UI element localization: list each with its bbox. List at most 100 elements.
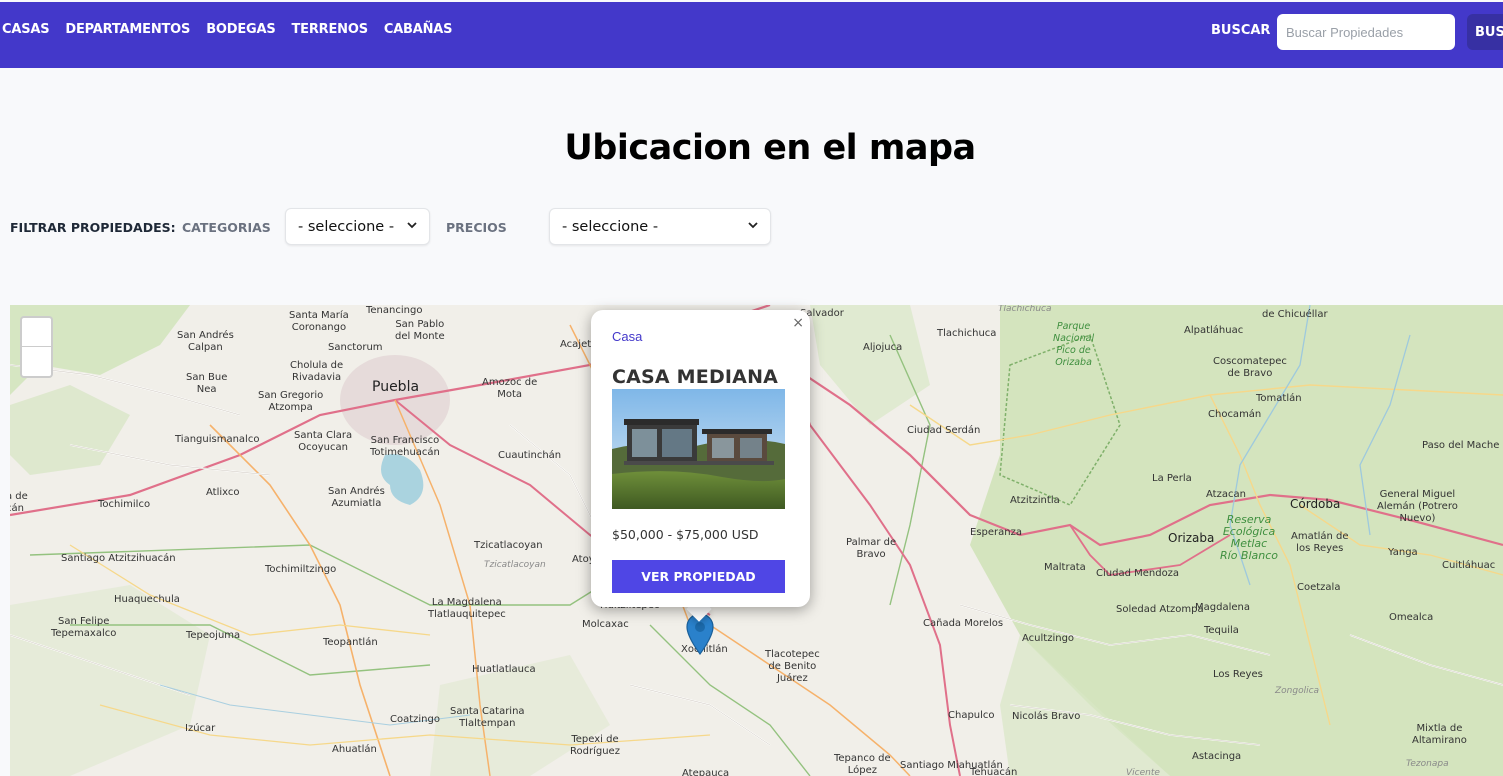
search-input[interactable] — [1277, 14, 1455, 50]
map-label: Yanga — [1388, 547, 1418, 558]
map-label: Tepeojuma — [186, 630, 241, 641]
map-label: Tzicatlacoyan — [484, 560, 546, 570]
page-title: Ubicacion en el mapa — [564, 128, 976, 168]
map-label: Cuautinchán — [498, 450, 562, 461]
nav-link-cabanas[interactable]: CABAÑAS — [384, 22, 453, 37]
map-label: Tlacotepec de Benito Juárez — [765, 649, 820, 684]
zoom-control — [20, 316, 53, 378]
price-select-value: - seleccione - — [562, 218, 659, 235]
map-label: Santa Catarina Tlaltempan — [450, 706, 525, 729]
map-label: General Miguel Alemán (Potrero Nuevo) — [1377, 489, 1458, 524]
map-label: Tianguismanalco — [175, 434, 260, 445]
nav-link-terrenos[interactable]: TERRENOS — [292, 22, 369, 37]
category-select-value: - seleccione - — [298, 218, 395, 235]
map-label: Huaquechula — [114, 594, 180, 605]
chevron-down-icon — [407, 221, 417, 232]
zoom-in-button[interactable] — [22, 318, 51, 347]
category-select[interactable]: - seleccione - — [285, 208, 430, 245]
popup-price: $50,000 - $75,000 USD — [612, 527, 759, 542]
popup-title: CASA MEDIANA — [612, 366, 779, 388]
map-label: Palmar de Bravo — [846, 537, 897, 560]
map-label: San Bue Nea — [186, 372, 228, 395]
map-label: Esperanza — [970, 527, 1022, 538]
search-button[interactable]: BUSCAR — [1467, 14, 1503, 50]
map-label: Chapulco — [948, 710, 995, 721]
map-label: Magdalena — [1195, 602, 1250, 613]
map-label: Ahuatlán — [332, 744, 377, 755]
map-label: Ciudad Serdán — [907, 425, 981, 436]
map-label: Coetzala — [1297, 582, 1341, 593]
map-label: Tomatlán — [1256, 393, 1302, 404]
filter-title: FILTRAR PROPIEDADES: — [10, 220, 176, 235]
map-label: San Andrés Azumiatla — [328, 486, 385, 509]
map-label: Amozoc de Mota — [482, 377, 538, 400]
map-label: Reserva Ecológica Metlac Río Blanco — [1220, 513, 1279, 562]
map-label: Santiago Atzitzihuacán — [61, 553, 176, 564]
nav-link-bodegas[interactable]: BODEGAS — [206, 22, 276, 37]
zoom-out-button[interactable] — [22, 347, 51, 376]
map-label: Soledad Atzompa — [1116, 604, 1204, 615]
map-label: Tezonapa — [1406, 759, 1449, 769]
map-label: Orizaba — [1168, 531, 1215, 545]
map-label: Cañada Morelos — [923, 618, 1004, 629]
map-label: Tochimiltzingo — [265, 564, 337, 575]
map-label: Atepauca — [682, 768, 730, 776]
map-label: Astacinga — [1192, 751, 1242, 762]
map-label: Parque Nacional Pico de Orizaba — [1053, 321, 1095, 368]
map-label: Zongolica — [1275, 686, 1320, 696]
map-label: Tenancingo — [366, 305, 423, 316]
map-label: Cuitláhuac — [1442, 560, 1496, 571]
map-label: Tochimilco — [98, 499, 151, 510]
map-label: San Andrés Calpan — [177, 330, 234, 353]
map-label: Omealca — [1389, 612, 1434, 623]
map-label: Tequila — [1204, 625, 1239, 636]
map-label: Atlixco — [206, 487, 240, 498]
nav-link-departamentos[interactable]: DEPARTAMENTOS — [65, 22, 190, 37]
map-label: Vicente — [1126, 768, 1160, 776]
map-label: San Felipe Tepemaxalco — [51, 616, 117, 639]
view-property-button[interactable]: VER PROPIEDAD — [612, 560, 785, 593]
map-label: Tepanco de López — [834, 753, 891, 776]
map-label: de Chicuéllar — [1262, 309, 1328, 320]
map-label: Sanctorum — [328, 342, 383, 353]
map-label: Ciudad Mendoza — [1096, 568, 1180, 579]
price-select[interactable]: - seleccione - — [549, 208, 771, 245]
map-label: San Gregorio Atzompa — [258, 390, 324, 413]
map-label: La Perla — [1152, 473, 1192, 484]
map-label: Tlachichuca — [998, 305, 1052, 314]
map-label: Maltrata — [1044, 562, 1086, 573]
map-label: Cholula de Rivadavia — [290, 360, 344, 383]
map-label: Acultzingo — [1022, 633, 1075, 644]
price-filter-label: PRECIOS — [446, 220, 507, 235]
map-label: Tehuacán — [970, 767, 1018, 776]
map-label: Nicolás Bravo — [1012, 711, 1081, 722]
popup-category: Casa — [612, 329, 643, 344]
map-label: Coscomatepec de Bravo — [1213, 356, 1287, 379]
map-label: San Pablo del Monte — [395, 319, 445, 342]
map-label: La Magdalena Tlatlauquitepec — [428, 597, 506, 620]
main-nav: CASAS DEPARTAMENTOS BODEGAS TERRENOS CAB… — [2, 22, 453, 37]
map-label: Mixtla de Altamirano — [1412, 723, 1467, 746]
map-label: Huatlatlauca — [472, 664, 536, 675]
property-image — [612, 389, 785, 509]
map-label: Chocamán — [1208, 409, 1262, 420]
map-label: Tzicatlacoyan — [474, 540, 543, 551]
map-label: Aljojuca — [863, 342, 903, 353]
map-label: Santa Clara Ocoyucan — [294, 430, 353, 453]
map-label: Puebla — [372, 379, 420, 395]
close-icon[interactable]: × — [792, 315, 804, 331]
map-label: Córdoba — [1290, 497, 1341, 511]
property-popup: × Casa CASA MEDIANA $50,000 - $75,000 US… — [591, 310, 810, 607]
search-label: BUSCAR — [1211, 23, 1271, 38]
map-label: Atzitzintla — [1010, 495, 1060, 506]
top-navigation-bar: CASAS DEPARTAMENTOS BODEGAS TERRENOS CAB… — [0, 0, 1503, 68]
map-label: a decán — [10, 491, 28, 514]
map-label: Tepexi de Rodríguez — [570, 734, 620, 757]
category-filter-label: CATEGORIAS — [182, 220, 271, 235]
nav-link-casas[interactable]: CASAS — [2, 22, 50, 37]
map-label: Amatlán de los Reyes — [1291, 531, 1349, 554]
map-label: Santa María Coronango — [289, 310, 349, 333]
map-label: Molcaxac — [582, 619, 629, 630]
map-label: Atzacan — [1206, 489, 1246, 500]
map-label: Teopantlán — [323, 637, 378, 648]
